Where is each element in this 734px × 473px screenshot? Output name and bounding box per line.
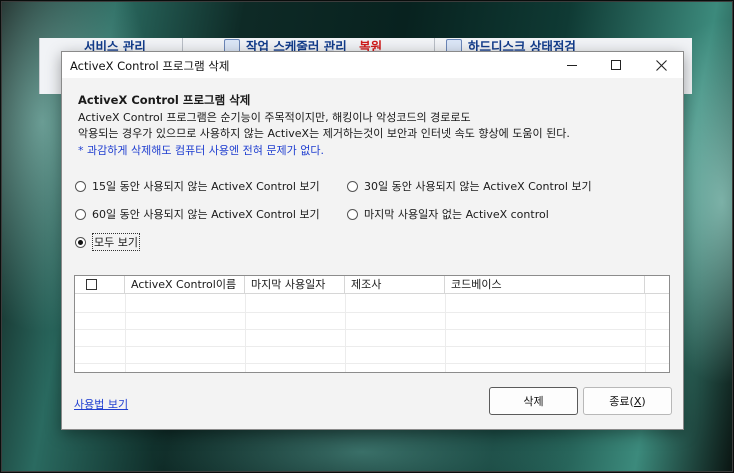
exit-button-suffix: ) — [641, 394, 646, 408]
filter-60-days[interactable]: 60일 동안 사용되지 않는 ActiveX Control 보기 — [75, 206, 320, 222]
table-row — [75, 346, 669, 347]
activex-delete-dialog: ActiveX Control 프로그램 삭제 ActiveX Control … — [61, 51, 684, 430]
filter-15-days[interactable]: 15일 동안 사용되지 않는 ActiveX Control 보기 — [75, 178, 320, 194]
exit-button-hotkey: X — [633, 394, 642, 408]
minimize-icon — [567, 65, 577, 66]
table-row — [75, 363, 669, 364]
exit-button[interactable]: 종료(X) — [583, 387, 672, 415]
table-header: ActiveX Control이름 마지막 사용일자 제조사 코드베이스 — [75, 276, 669, 294]
radio-no-last-used[interactable] — [347, 208, 358, 220]
column-header-name[interactable]: ActiveX Control이름 — [125, 276, 245, 294]
select-all-column[interactable] — [75, 276, 125, 294]
radio-60-days[interactable] — [75, 208, 86, 220]
radio-30-days[interactable] — [347, 180, 358, 192]
filter-show-all-label: 모두 보기 — [92, 233, 140, 251]
radio-show-all[interactable] — [75, 236, 86, 248]
exit-button-label: 종료( — [609, 395, 634, 408]
table-gridline — [125, 294, 126, 372]
note-text: * 과감하게 삭제해도 컴퓨터 사용엔 전혀 문제가 없다. — [78, 144, 324, 157]
filter-no-last-used[interactable]: 마지막 사용일자 없는 ActiveX control — [347, 206, 549, 222]
table-gridline — [245, 294, 246, 372]
filter-30-days-label: 30일 동안 사용되지 않는 ActiveX Control 보기 — [364, 180, 592, 193]
close-icon — [655, 59, 667, 71]
maximize-icon — [611, 60, 621, 70]
column-header-codebase[interactable]: 코드베이스 — [445, 276, 645, 294]
filter-15-days-label: 15일 동안 사용되지 않는 ActiveX Control 보기 — [92, 180, 320, 193]
table-row — [75, 329, 669, 330]
minimize-button[interactable] — [550, 52, 594, 78]
close-window-button[interactable] — [639, 52, 683, 78]
window-title: ActiveX Control 프로그램 삭제 — [70, 59, 230, 73]
title-bar[interactable]: ActiveX Control 프로그램 삭제 — [62, 52, 683, 78]
filter-no-last-used-label: 마지막 사용일자 없는 ActiveX control — [364, 208, 549, 221]
select-all-checkbox[interactable] — [86, 279, 97, 290]
delete-button[interactable]: 삭제 — [489, 387, 578, 415]
help-link[interactable]: 사용법 보기 — [74, 396, 128, 412]
column-header-manufacturer[interactable]: 제조사 — [345, 276, 445, 294]
maximize-button[interactable] — [594, 52, 638, 78]
description-line-2: 악용되는 경우가 있으므로 사용하지 않는 ActiveX는 제거하는것이 보안… — [78, 127, 570, 140]
table-gridline — [645, 294, 646, 372]
filter-30-days[interactable]: 30일 동안 사용되지 않는 ActiveX Control 보기 — [347, 178, 592, 194]
activex-list-table[interactable]: ActiveX Control이름 마지막 사용일자 제조사 코드베이스 — [74, 275, 670, 373]
dialog-heading: ActiveX Control 프로그램 삭제 — [78, 93, 251, 107]
table-gridline — [345, 294, 346, 372]
dialog-body: ActiveX Control 프로그램 삭제 ActiveX Control … — [62, 78, 683, 429]
filter-show-all[interactable]: 모두 보기 — [75, 233, 140, 251]
description-line-1: ActiveX Control 프로그램은 순기능이 주목적이지만, 해킹이나 … — [78, 111, 471, 124]
column-header-last-used[interactable]: 마지막 사용일자 — [245, 276, 345, 294]
table-row — [75, 312, 669, 313]
desktop-background: 서비스 관리 작업 스케줄러 관리 복원 하드디스크 상태점검 ActiveX … — [1, 1, 733, 472]
table-gridline — [445, 294, 446, 372]
radio-15-days[interactable] — [75, 180, 86, 192]
filter-60-days-label: 60일 동안 사용되지 않는 ActiveX Control 보기 — [92, 208, 320, 221]
